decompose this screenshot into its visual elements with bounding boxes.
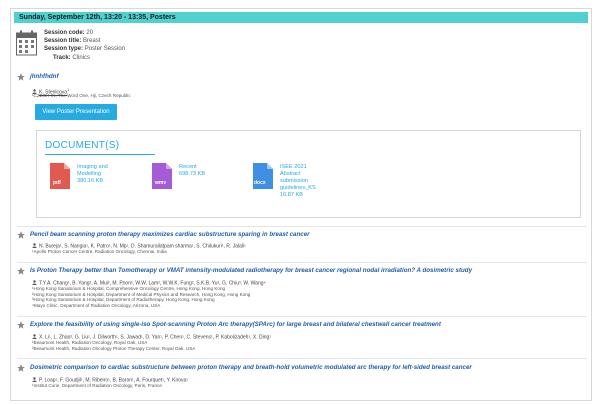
presentation-title[interactable]: Dosimetric comparison to cardiac substru… bbox=[30, 364, 472, 372]
track-value: Clinics bbox=[72, 54, 91, 61]
document-name-line: Imaging and bbox=[77, 164, 108, 170]
presentation-title[interactable]: jhnhfhdnf bbox=[30, 73, 59, 81]
star-icon[interactable] bbox=[17, 267, 25, 275]
affiliation: ¹Institut Curie, Department of Radiation… bbox=[32, 383, 162, 388]
file-type-tag: wmv bbox=[155, 180, 167, 186]
document-name-line: Recent bbox=[179, 164, 197, 170]
star-icon[interactable] bbox=[17, 231, 25, 239]
star-icon[interactable] bbox=[17, 321, 25, 329]
document-size: 380.16 KB bbox=[77, 178, 104, 184]
document-name-line: guidelines_KS bbox=[280, 185, 316, 191]
divider bbox=[17, 226, 587, 227]
presentation-title[interactable]: Explore the feasibility of using single-… bbox=[30, 321, 441, 329]
session-type-label: Session type: bbox=[44, 46, 84, 53]
divider bbox=[17, 316, 587, 317]
person-icon bbox=[32, 377, 37, 382]
document-name-line: ISEE 2021 bbox=[280, 164, 307, 170]
presentation-title[interactable]: Pencil beam scanning proton therapy maxi… bbox=[30, 231, 310, 239]
affiliation: ¹CZECH-IN, The Word One, Hji, Czech Repu… bbox=[32, 93, 131, 98]
document-name[interactable]: ISEE 2021 Abstract submission guidelines… bbox=[280, 164, 316, 199]
session-title-value: Breast bbox=[83, 38, 101, 45]
calendar-icon bbox=[16, 30, 37, 56]
document-name-line: submission bbox=[280, 178, 308, 184]
person-icon bbox=[32, 334, 37, 339]
affiliation: ²Beaumont Health, Radiation Oncology Pro… bbox=[32, 345, 196, 351]
affiliation: ⁴Mayo Clinic, Department of Radiation On… bbox=[32, 302, 161, 308]
person-icon bbox=[32, 243, 37, 248]
documents-box: DOCUMENT(S) pdf Imaging and Modelling 38… bbox=[36, 130, 581, 218]
session-header: Sunday, September 12th, 13:20 - 13:35, P… bbox=[14, 12, 588, 23]
star-icon[interactable] bbox=[17, 73, 25, 81]
file-type-tag: pdf bbox=[53, 180, 61, 186]
documents-underline bbox=[45, 154, 155, 155]
document-name[interactable]: Recent 698.73 KB bbox=[179, 164, 205, 178]
divider bbox=[17, 358, 587, 359]
person-icon bbox=[32, 280, 37, 285]
session-code-label: Session code: bbox=[44, 30, 85, 36]
presentation-title[interactable]: Is Proton Therapy better than Tomotherap… bbox=[30, 267, 472, 275]
document-size: 16.87 KB bbox=[280, 192, 304, 198]
session-details: Session code: 20 Session title: Breast S… bbox=[44, 29, 125, 62]
document-name-line: Modelling bbox=[77, 171, 101, 177]
session-info: Session code: 20 Session title: Breast S… bbox=[11, 29, 591, 69]
session-panel: Sunday, September 12th, 13:20 - 13:35, P… bbox=[10, 8, 592, 401]
divider bbox=[17, 262, 587, 263]
file-type-tag: docx bbox=[254, 180, 266, 186]
documents-title: DOCUMENT(S) bbox=[45, 140, 120, 151]
document-name-line: Abstract bbox=[280, 171, 301, 177]
track-label: Track: bbox=[53, 54, 71, 61]
session-type-value: Poster Session bbox=[84, 46, 126, 53]
affiliation: ¹Apollo Proton Cancer Centre, Radiation … bbox=[32, 249, 167, 254]
document-name[interactable]: Imaging and Modelling 380.16 KB bbox=[77, 164, 108, 185]
document-size: 698.73 KB bbox=[179, 171, 206, 177]
session-code-value: 20 bbox=[86, 30, 94, 36]
star-icon[interactable] bbox=[17, 364, 25, 372]
view-poster-button[interactable]: View Poster Presentation bbox=[35, 104, 117, 120]
session-title-label: Session title: bbox=[44, 38, 82, 45]
